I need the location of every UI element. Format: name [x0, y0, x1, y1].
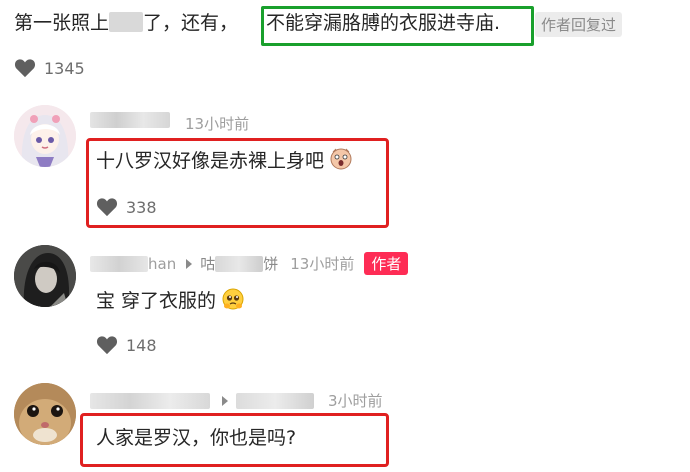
reply-to-blurred[interactable] — [236, 392, 314, 409]
avatar[interactable] — [14, 105, 76, 167]
comment-like-button[interactable]: 338 — [96, 197, 157, 217]
author-replied-badge: 作者回复过 — [535, 12, 623, 37]
comment-text-content: 宝 穿了衣服的 — [96, 290, 217, 312]
comment-time: 3小时前 — [328, 392, 383, 410]
comment-like-count: 338 — [126, 197, 157, 217]
comment-header: 3小时前 — [90, 390, 383, 411]
heart-icon — [96, 198, 118, 217]
reply-to-blurred[interactable] — [215, 255, 264, 272]
heart-icon — [14, 59, 36, 78]
comment-like-button[interactable]: 148 — [96, 335, 157, 355]
avatar[interactable] — [14, 383, 76, 445]
heart-icon — [96, 336, 118, 355]
comment-text: 十八罗汉好像是赤裸上身吧 — [96, 148, 352, 177]
username-suffix[interactable]: han — [148, 255, 176, 273]
comment-text: 宝 穿了衣服的 — [96, 288, 244, 317]
anime-girl-avatar-icon — [14, 105, 76, 167]
cat-avatar-icon — [14, 383, 76, 445]
reply-to-suffix[interactable]: 饼 — [263, 253, 278, 274]
post-like-count: 1345 — [44, 58, 85, 78]
username-blurred[interactable] — [90, 112, 170, 130]
comment-time: 13小时前 — [290, 255, 355, 273]
post-text-start: 第一张照上 — [14, 12, 110, 34]
shocked-face-icon — [330, 148, 352, 177]
blurred-text — [109, 12, 144, 32]
pleading-face-icon — [222, 288, 244, 317]
post-text: 第一张照上 了，还有， — [14, 10, 238, 36]
username-blurred[interactable] — [90, 392, 210, 409]
comment-text-content: 十八罗汉好像是赤裸上身吧 — [96, 150, 325, 172]
comment-text: 人家是罗汉，你也是吗? — [96, 427, 297, 449]
dark-portrait-avatar-icon — [14, 245, 76, 307]
avatar[interactable] — [14, 245, 76, 307]
comment-time: 13小时前 — [185, 115, 250, 133]
reply-arrow-icon — [222, 395, 228, 406]
post-highlight-text: 不能穿漏胳膊的衣服进寺庙. — [266, 12, 501, 34]
reply-to-prefix[interactable]: 咕 — [200, 253, 215, 274]
username-blurred[interactable] — [90, 255, 148, 272]
post-like-button[interactable]: 1345 — [14, 58, 85, 78]
comment-header: han 咕 饼 13小时前 作者 — [90, 252, 409, 275]
reply-arrow-icon — [186, 258, 193, 269]
post-text-mid: 了，还有， — [143, 12, 239, 34]
author-badge: 作者 — [364, 252, 409, 275]
comment-like-count: 148 — [126, 335, 157, 355]
